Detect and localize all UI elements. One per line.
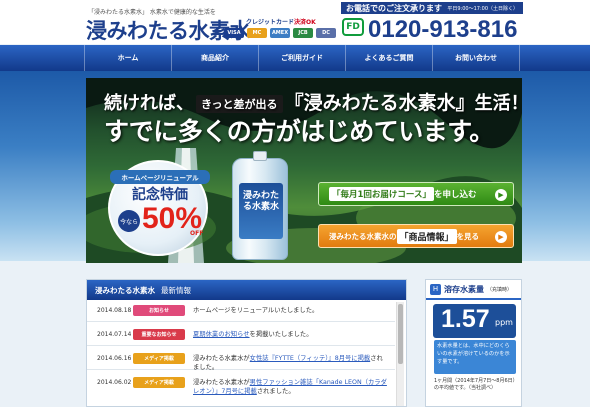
product-info-tail: を見る [456, 231, 480, 241]
hydrogen-level-note: 水素水量とは、水中にどのくらいの水素が溶けているのかを示す量です。 [434, 340, 516, 374]
news-text: 浸みわたる水素水が男性ファッション雑誌「Kanade LEON（カラダレオン）」… [193, 378, 389, 396]
nav-item-products[interactable]: 商品紹介 [171, 45, 258, 71]
renewal-ribbon: ホームページリニューアル [110, 170, 210, 184]
news-text: 夏期休業のお知らせを掲載いたしました。 [193, 330, 389, 339]
monthly-course-tail: を申し込む [434, 190, 477, 200]
news-scrollbar[interactable] [396, 302, 404, 406]
news-item: 2014.06.16 メディア掲載 浸みわたる水素水が女性誌『FYTTE（フィッ… [87, 350, 395, 372]
news-link[interactable]: 夏期休業のお知らせ [193, 331, 250, 338]
hydrogen-level-panel: H 溶存水素量 （充填時） 1.57 ppm 水素水量とは、水中にどのくらいの水… [425, 279, 522, 407]
news-text-pre: 浸みわたる水素水が [193, 355, 250, 362]
contact-bar: お電話でのご注文承ります 平日9:00〜17:00（土日除く） [341, 2, 523, 14]
global-nav: ホーム 商品紹介 ご利用ガイド よくあるご質問 お問い合わせ [0, 45, 590, 71]
arrow-right-icon: ▶ [495, 231, 507, 243]
news-text: ホームページをリニューアルいたしました。 [193, 306, 389, 315]
monthly-course-label: 「毎月1回お届けコース」 [329, 187, 434, 201]
product-pouch-image: 浸みわたる水素水 [232, 151, 288, 260]
news-tag: 重要なお知らせ [133, 329, 185, 340]
news-title: 浸みわたる水素水 [95, 285, 155, 295]
credit-card-logos: VISA MC AMEX JCB DC [224, 28, 336, 38]
news-text: 浸みわたる水素水が女性誌『FYTTE（フィッテ）』8月号に掲載されました。 [193, 354, 389, 372]
news-link[interactable]: 女性誌『FYTTE（フィッテ）』8月号に掲載 [250, 355, 371, 362]
hydrogen-level-value: 1.57 [441, 305, 490, 333]
visa-icon: VISA [224, 28, 244, 38]
product-info-head: 浸みわたる水素水の [329, 231, 397, 241]
news-header: 浸みわたる水素水 最新情報 [87, 280, 406, 300]
news-item: 2014.08.18 お知らせ ホームページをリニューアルいたしました。 [87, 302, 395, 322]
hydrogen-level-caption: 1ヶ月間（2014年7月7日〜8月6日）の平均値です。（当社調べ） [434, 378, 516, 391]
hero-headline-1-brand: 『浸みわたる水素水』 [284, 92, 475, 114]
arrow-right-icon: ▶ [495, 189, 507, 201]
news-text-pre: 浸みわたる水素水が [193, 379, 250, 386]
news-text-pre: ホームページをリニューアルいたしました。 [193, 307, 319, 314]
hero-headline-1-lead: 続ければ、 [104, 93, 194, 114]
site-header: 「浸みわたる水素水」 水素水で健康的な生活を 浸みわたる水素水 クレジットカード… [0, 0, 590, 44]
product-info-button[interactable]: 浸みわたる水素水の 「商品情報」 を見る ▶ [318, 224, 514, 248]
monthly-course-button[interactable]: 「毎月1回お届けコース」 を申し込む ▶ [318, 182, 514, 206]
hero-headline-1: 続ければ、きっと差が出る『浸みわたる水素水』生活！ [104, 88, 522, 115]
news-date: 2014.06.16 [97, 355, 132, 362]
news-text-post: されました。 [256, 388, 295, 395]
nav-item-home[interactable]: ホーム [84, 45, 171, 71]
news-date: 2014.08.18 [97, 307, 132, 314]
news-scrollbar-thumb[interactable] [398, 304, 403, 364]
mastercard-icon: MC [247, 28, 267, 38]
credit-card-ok-label: クレジットカード決済OK [246, 17, 316, 26]
phone-number[interactable]: 0120-913-816 [368, 16, 517, 44]
news-item: 2014.07.14 重要なお知らせ 夏期休業のお知らせを掲載いたしました。 [87, 326, 395, 346]
news-text-post: を掲載いたしました。 [249, 331, 313, 338]
news-date: 2014.06.02 [97, 379, 132, 386]
product-info-label: 「商品情報」 [396, 228, 457, 244]
hydrogen-level-subtitle: （充填時） [487, 286, 513, 293]
hydrogen-level-title: 溶存水素量 [444, 284, 484, 294]
pouch-cap [253, 151, 267, 161]
news-date: 2014.07.14 [97, 331, 132, 338]
hydrogen-level-display: 1.57 ppm [433, 304, 516, 338]
hero-headline-2: すでに多くの方がはじめています。 [104, 117, 494, 146]
news-tag: メディア掲載 [133, 377, 185, 388]
news-panel: 浸みわたる水素水 最新情報 2014.08.18 お知らせ ホームページをリニュ… [86, 279, 407, 407]
news-tag: メディア掲載 [133, 353, 185, 364]
hero-banner: 続ければ、きっと差が出る『浸みわたる水素水』生活！ すでに多くの方がはじめていま… [86, 78, 522, 263]
payment-ok-label: 決済OK [294, 19, 316, 26]
off-label: OFF [190, 230, 204, 237]
nav-item-guide[interactable]: ご利用ガイド [258, 45, 345, 71]
hero-headline-1-tail: 生活！ [474, 93, 522, 114]
freedial-icon: FD [342, 18, 364, 36]
news-tag: お知らせ [133, 305, 185, 316]
diners-icon: DC [316, 28, 336, 38]
contact-hours: 平日9:00〜17:00（土日除く） [447, 6, 518, 12]
jcb-icon: JCB [293, 28, 313, 38]
hero-headline-1-highlight: きっと差が出る [196, 95, 283, 113]
amex-icon: AMEX [270, 28, 290, 38]
news-item: 2014.06.02 メディア掲載 浸みわたる水素水が男性ファッション雑誌「Ka… [87, 374, 395, 404]
nav-item-faq[interactable]: よくあるご質問 [345, 45, 432, 71]
pouch-label: 浸みわたる水素水 [239, 183, 283, 239]
nav-item-contact[interactable]: お問い合わせ [432, 45, 520, 71]
special-price-title: 記念特価 [132, 187, 188, 203]
hydrogen-icon: H [430, 283, 441, 295]
now-label: 今なら [118, 210, 140, 232]
credit-card-label: クレジットカード [246, 19, 295, 26]
hydrogen-level-unit: ppm [495, 318, 513, 327]
campaign-badge[interactable]: ホームページリニューアル 記念特価 今なら 50% OFF [108, 160, 210, 256]
hydrogen-level-header: H 溶存水素量 （充填時） [426, 280, 521, 300]
news-subtitle: 最新情報 [161, 285, 191, 295]
contact-title: お電話でのご注文承ります [346, 4, 442, 13]
